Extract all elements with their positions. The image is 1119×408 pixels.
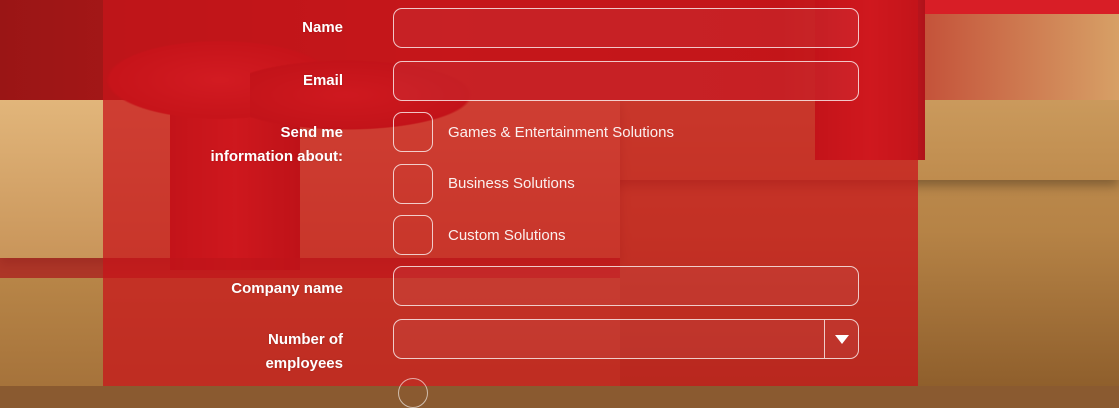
send-info-label-line2: information about: <box>210 148 343 165</box>
business-solutions-checkbox[interactable] <box>393 164 433 204</box>
send-info-label: Send me information about: <box>103 121 343 169</box>
name-label: Name <box>302 19 343 36</box>
name-input[interactable] <box>393 8 859 48</box>
employees-label-line2: employees <box>265 355 343 372</box>
send-info-label-line1: Send me <box>280 124 343 141</box>
employees-select[interactable] <box>393 319 859 359</box>
contact-form: Name Email Send me information about: Ga… <box>0 0 1119 408</box>
radio-button-partial[interactable] <box>398 378 428 408</box>
email-input[interactable] <box>393 61 859 101</box>
email-label: Email <box>302 72 343 89</box>
custom-solutions-checkbox[interactable] <box>393 215 433 255</box>
games-entertainment-label: Games & Entertainment Solutions <box>448 124 674 141</box>
employees-label-line1: Number of <box>268 331 343 348</box>
employees-label: Number of employees <box>103 328 343 376</box>
business-solutions-label: Business Solutions <box>448 175 575 192</box>
custom-solutions-label: Custom Solutions <box>448 227 566 244</box>
company-name-input[interactable] <box>393 266 859 306</box>
company-name-label: Company name <box>231 280 343 297</box>
games-entertainment-checkbox[interactable] <box>393 112 433 152</box>
select-dropdown-button[interactable] <box>824 320 858 358</box>
chevron-down-icon <box>834 334 849 344</box>
